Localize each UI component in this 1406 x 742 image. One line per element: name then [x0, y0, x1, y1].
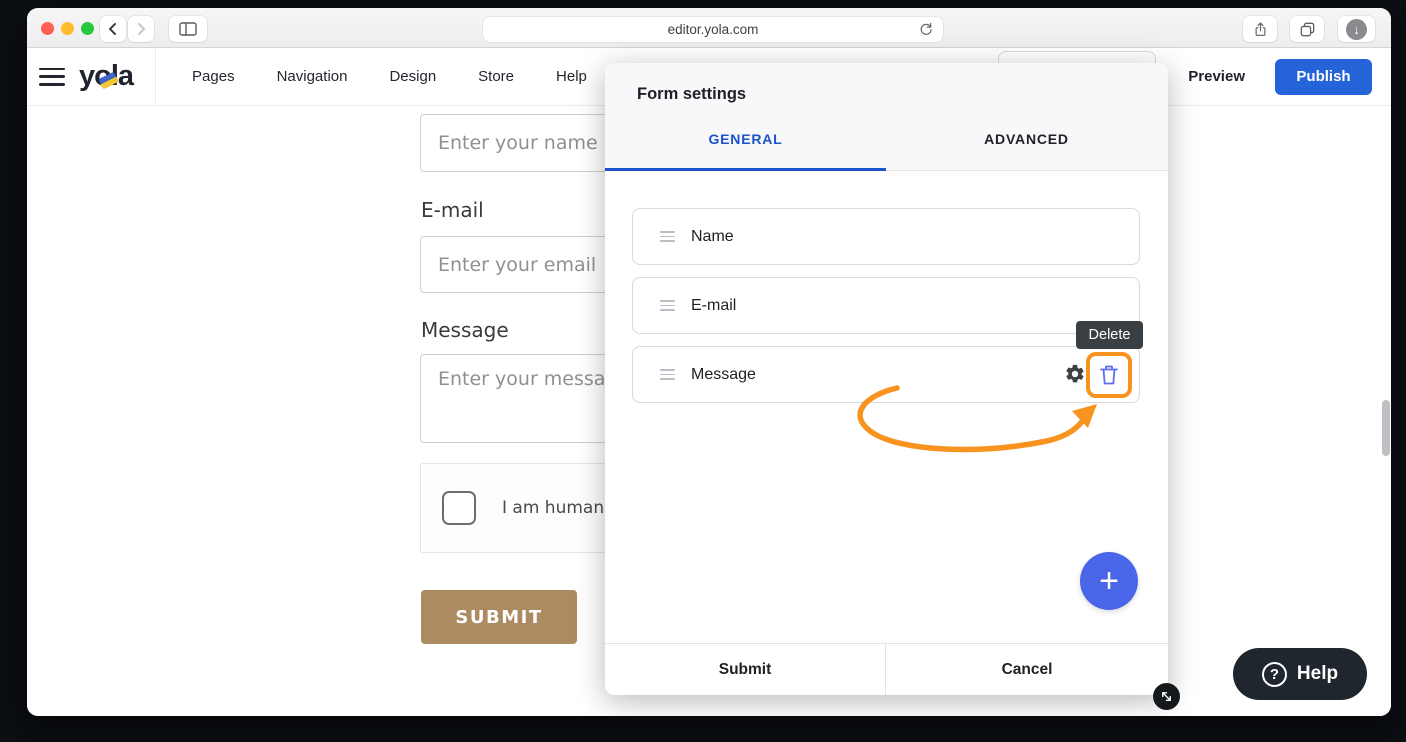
add-field-button[interactable]: + — [1080, 552, 1138, 610]
field-row-email[interactable]: E-mail — [632, 277, 1140, 334]
delete-field-button[interactable] — [1086, 352, 1132, 398]
trash-icon — [1098, 363, 1120, 387]
form-settings-modal: Form settings GENERAL ADVANCED Name E-ma… — [605, 63, 1168, 695]
forward-icon — [135, 22, 147, 36]
downloads-button[interactable]: ↓ — [1338, 16, 1375, 42]
question-icon: ? — [1262, 662, 1287, 687]
modal-submit-button[interactable]: Submit — [605, 644, 886, 695]
reload-button[interactable] — [918, 21, 934, 40]
share-button[interactable] — [1243, 16, 1277, 42]
tab-general[interactable]: GENERAL — [605, 131, 886, 147]
modal-cancel-button[interactable]: Cancel — [886, 644, 1168, 695]
maximize-window-button[interactable] — [81, 22, 94, 35]
help-button[interactable]: ? Help — [1233, 648, 1367, 700]
browser-titlebar: editor.yola.com ↓ — [27, 8, 1391, 48]
back-icon — [107, 22, 119, 36]
url-field[interactable]: editor.yola.com — [483, 17, 943, 42]
field-label: Name — [691, 228, 734, 246]
nav-item-help[interactable]: Help — [556, 68, 587, 85]
navbar-left: yola Pages Navigation Design Store Help — [37, 48, 587, 105]
preview-button[interactable]: Preview — [1188, 68, 1245, 85]
gear-icon — [1064, 363, 1086, 385]
site-submit-button[interactable]: SUBMIT — [421, 590, 577, 644]
browser-window: editor.yola.com ↓ yola Pages Navigatio — [27, 8, 1391, 716]
sidebar-icon — [179, 22, 197, 36]
captcha-checkbox[interactable] — [442, 491, 476, 525]
tab-advanced[interactable]: ADVANCED — [886, 131, 1167, 147]
drag-handle-icon[interactable] — [660, 300, 675, 311]
site-message-label: Message — [421, 318, 509, 342]
active-tab-underline — [605, 168, 886, 171]
url-text: editor.yola.com — [668, 22, 759, 37]
share-icon — [1253, 20, 1268, 38]
drag-handle-icon[interactable] — [660, 231, 675, 242]
modal-footer: Submit Cancel — [605, 643, 1168, 695]
close-window-button[interactable] — [41, 22, 54, 35]
sidebar-toggle-button[interactable] — [169, 16, 207, 42]
field-label: E-mail — [691, 297, 736, 315]
nav-item-design[interactable]: Design — [389, 68, 436, 85]
downloads-icon: ↓ — [1346, 19, 1367, 40]
tab-overview-icon — [1299, 21, 1316, 38]
resize-arrows-icon — [1159, 689, 1174, 704]
nav-divider — [155, 48, 156, 105]
nav-item-pages[interactable]: Pages — [192, 68, 235, 85]
drag-handle-icon[interactable] — [660, 369, 675, 380]
field-settings-button[interactable] — [1064, 363, 1086, 385]
modal-title: Form settings — [637, 85, 746, 104]
back-button[interactable] — [100, 16, 126, 42]
help-label: Help — [1297, 663, 1338, 685]
nav-items: Pages Navigation Design Store Help — [192, 68, 587, 85]
minimize-window-button[interactable] — [61, 22, 74, 35]
publish-button[interactable]: Publish — [1275, 59, 1372, 95]
plus-icon: + — [1099, 562, 1119, 600]
site-email-label: E-mail — [421, 198, 484, 222]
hamburger-menu-icon[interactable] — [39, 68, 65, 86]
yola-logo[interactable]: yola — [79, 60, 139, 93]
modal-header: Form settings GENERAL ADVANCED — [605, 63, 1168, 171]
field-row-name[interactable]: Name — [632, 208, 1140, 265]
captcha-label: I am human — [502, 498, 604, 518]
field-label: Message — [691, 366, 756, 384]
navbar-right: Preview Publish — [1188, 48, 1372, 105]
nav-item-navigation[interactable]: Navigation — [277, 68, 348, 85]
scrollbar-thumb[interactable] — [1382, 400, 1390, 456]
reload-icon — [918, 21, 934, 37]
forward-button[interactable] — [128, 16, 154, 42]
resize-handle[interactable] — [1153, 683, 1180, 710]
nav-item-store[interactable]: Store — [478, 68, 514, 85]
delete-tooltip: Delete — [1076, 321, 1143, 349]
tab-overview-button[interactable] — [1290, 16, 1324, 42]
